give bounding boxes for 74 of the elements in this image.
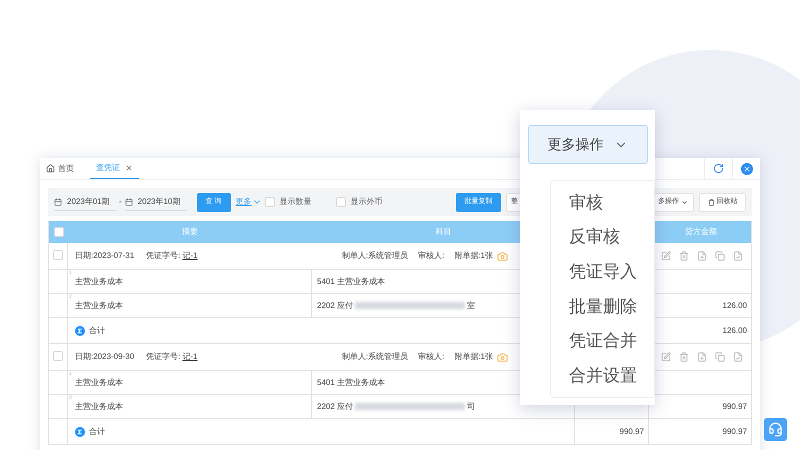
voucher-attachments: 附单据:1张 [454,250,493,262]
total-credit-amount: 126.00 [722,324,747,336]
credit-amount: 990.97 [722,400,747,412]
home-icon [46,164,55,173]
calendar-icon [124,198,133,206]
edit-icon[interactable] [661,352,671,362]
support-button[interactable] [764,418,787,441]
account-cell: 2202 应付 [317,300,354,312]
voucher-date: 日期:2023-07-31 [75,250,134,262]
checkbox[interactable] [264,197,275,207]
voucher-auditor: 审核人: [418,351,444,363]
column-header: 科目 [436,226,452,238]
summary-cell: 主营业务成本 [75,276,123,288]
period-to-field[interactable]: 2023年10期 [124,193,187,211]
voucher-attachments: 附单据:1张 [454,351,493,363]
camera-icon[interactable] [497,352,508,362]
refresh-icon[interactable] [713,163,724,174]
account-cell: 2202 应付 [317,400,354,412]
period-separator: - [119,196,122,208]
file-check-icon[interactable] [733,352,743,362]
more-actions-dropdown-button[interactable]: 更多操作 [528,125,648,164]
menu-item[interactable]: 凭证导入 [569,258,654,284]
menu-item[interactable]: 批量删除 [569,294,654,320]
column-header: 摘要 [182,226,198,238]
total-label: 合计 [89,324,105,336]
edit-icon[interactable] [661,251,671,261]
summary-cell: 主营业务成本 [75,376,123,388]
voucher-maker: 制单人:系统管理员 [342,351,408,363]
account-cell-end: 司 [467,400,476,412]
headset-icon [768,422,783,437]
total-credit-amount: 990.97 [722,426,747,438]
checkbox[interactable] [53,351,63,361]
voucher-date: 日期:2023-09-30 [75,351,134,363]
copy-icon[interactable] [715,251,725,261]
summary-cell: 主营业务成本 [75,400,123,412]
option-label: 显示外币 [350,196,383,208]
checkbox[interactable] [53,250,63,260]
account-cell: 5401 主营业务成本 [317,376,386,388]
voucher-number-link[interactable]: 记-1 [182,351,198,363]
sum-icon [75,426,85,436]
tab[interactable]: 首页 [40,158,80,179]
chevron-icon [681,198,688,206]
account-cell-end: 室 [467,300,476,312]
menu-item[interactable]: 反审核 [569,224,654,250]
file-plus-icon[interactable] [697,251,707,261]
voucher-number-label: 凭证字号: [146,250,180,262]
total-label: 合计 [89,426,105,438]
voucher-number-link[interactable]: 记-1 [182,250,198,262]
delete-icon[interactable] [679,251,689,261]
total-debit-amount: 990.97 [620,426,644,438]
close-icon[interactable] [740,162,752,174]
menu-item[interactable]: 合并设置 [569,362,654,388]
voucher-maker: 制单人:系统管理员 [342,250,408,262]
file-check-icon[interactable] [733,251,743,261]
delete-icon[interactable] [679,352,689,362]
close-icon[interactable] [125,164,133,172]
camera-icon[interactable] [497,250,508,262]
credit-amount: 126.00 [722,300,747,312]
sum-icon [75,326,85,336]
voucher-auditor: 审核人: [418,250,444,262]
checkbox[interactable] [336,197,346,207]
calendar-icon [54,198,62,206]
account-cell: 5401 主营业务成本 [317,276,386,288]
copy-icon[interactable] [715,352,725,362]
file-plus-icon[interactable] [697,352,707,362]
option-label: 显示数量 [280,196,312,208]
checkbox[interactable] [54,227,64,237]
trash-icon [708,198,714,206]
column-header: 贷方金额 [685,226,717,238]
menu-item[interactable]: 审核 [569,190,654,216]
period-from-field[interactable]: 2023年01期 [54,193,116,211]
summary-cell: 主营业务成本 [75,300,123,312]
menu-item[interactable]: 凭证合并 [569,328,654,354]
voucher-number-label: 凭证字号: [146,351,180,363]
